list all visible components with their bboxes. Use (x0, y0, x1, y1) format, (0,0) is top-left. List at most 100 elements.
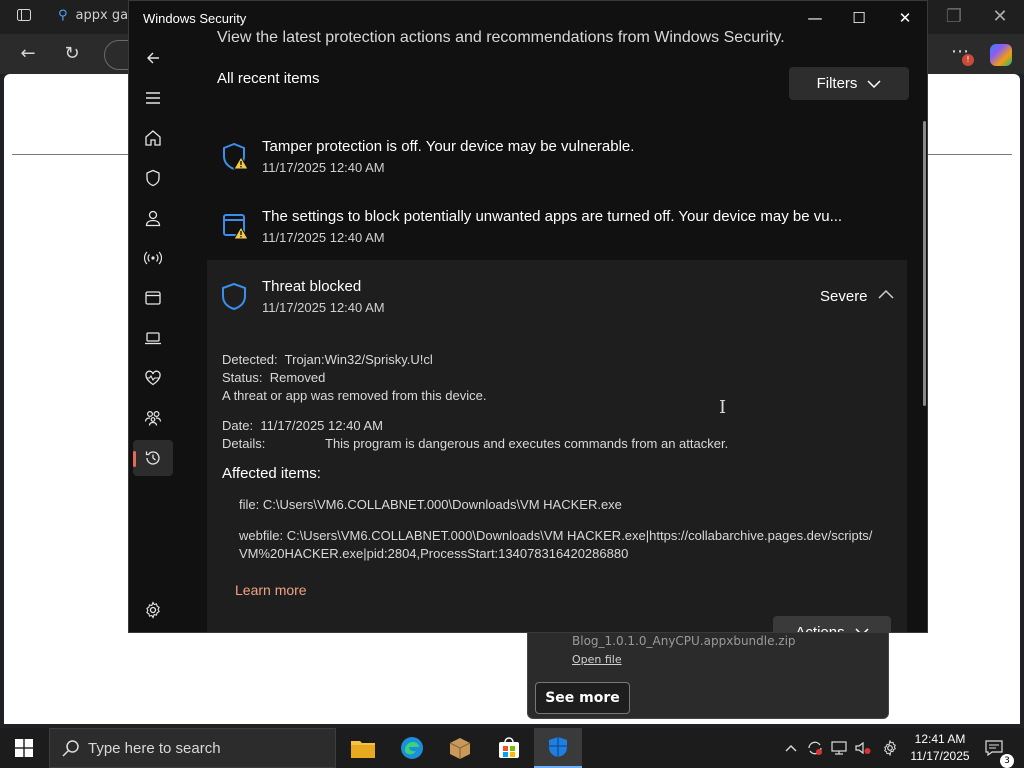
history-item-title: The settings to block potentially unwant… (262, 208, 843, 225)
nav-device-security[interactable] (133, 320, 173, 356)
history-item-title: Tamper protection is off. Your device ma… (262, 138, 635, 155)
nav-app-browser-control[interactable] (133, 280, 173, 316)
restore-icon[interactable]: ❐ (942, 7, 966, 27)
filters-button[interactable]: Filters (789, 67, 909, 100)
app-window-warning-icon (221, 212, 251, 247)
maximize-icon[interactable]: ☐ (843, 7, 875, 29)
person-icon (145, 210, 161, 227)
laptop-icon (145, 332, 161, 345)
section-title: All recent items (217, 70, 320, 87)
shield-warning-icon (221, 142, 251, 177)
threat-blocked-panel[interactable]: Threat blocked 11/17/2025 12:40 AM Sever… (207, 260, 907, 633)
details-label: Details: (222, 436, 266, 451)
see-more-button[interactable]: See more (535, 682, 630, 714)
menu-button[interactable] (133, 80, 173, 116)
copilot-icon[interactable] (990, 44, 1012, 66)
affected-items-title: Affected items: (222, 465, 321, 482)
notification-badge-icon: ! (962, 54, 974, 66)
history-item-date: 11/17/2025 12:40 AM (262, 160, 385, 175)
antenna-icon (144, 251, 162, 265)
status-value: Removed (269, 370, 326, 385)
nav-virus-threat-protection[interactable] (133, 160, 173, 196)
window-content: View the latest protection actions and r… (129, 29, 927, 633)
browser-tab-label: appx ga (75, 8, 129, 23)
home-icon (145, 130, 161, 146)
open-file-link[interactable]: Open file (572, 653, 622, 666)
nav-home[interactable] (133, 120, 173, 156)
store-icon[interactable] (485, 728, 533, 768)
severity-label: Severe (820, 288, 868, 305)
package-icon[interactable] (436, 728, 484, 768)
side-nav (129, 35, 177, 632)
date-value: 11/17/2025 12:40 AM (260, 418, 383, 433)
chevron-down-icon (855, 628, 869, 632)
details-row: Details: This program is dangerous and ex… (222, 436, 728, 451)
threat-date: 11/17/2025 12:40 AM (262, 300, 385, 315)
close-icon[interactable]: ✕ (889, 7, 921, 29)
history-item-date: 11/17/2025 12:40 AM (262, 230, 385, 245)
nav-family-options[interactable] (133, 400, 173, 436)
tab-actions-icon[interactable] (12, 7, 36, 28)
status-note: A threat or app was removed from this de… (222, 388, 487, 403)
hamburger-icon (146, 92, 160, 104)
back-icon[interactable]: ← (16, 44, 40, 64)
nav-account-protection[interactable] (133, 200, 173, 236)
windows-security-window: Windows Security — ☐ ✕ View the latest p… (128, 0, 928, 633)
minimize-icon[interactable]: — (799, 7, 831, 29)
text-cursor-icon: I (719, 397, 727, 418)
notification-count: 3 (1000, 754, 1014, 768)
window-title: Windows Security (143, 11, 247, 26)
clock-time: 12:41 AM (914, 732, 966, 746)
selected-indicator (133, 451, 136, 467)
chevron-up-icon[interactable] (878, 286, 894, 304)
clock[interactable]: 12:41 AM 11/17/2025 (908, 731, 972, 765)
learn-more-link[interactable]: Learn more (235, 582, 307, 598)
refresh-icon[interactable]: ↻ (60, 44, 84, 64)
file-explorer-icon[interactable] (339, 728, 387, 768)
browser-tab[interactable]: ⚲ appx ga (58, 8, 128, 23)
download-file-name: Blog_1.0.1.0_AnyCPU.appxbundle.zip (572, 634, 796, 648)
scrollbar[interactable] (923, 121, 926, 406)
nav-firewall-network[interactable] (133, 240, 173, 276)
sync-icon[interactable] (804, 728, 826, 768)
history-item[interactable]: Tamper protection is off. Your device ma… (217, 138, 877, 184)
status-label: Status: (222, 370, 263, 385)
browser-close-icon[interactable]: ✕ (988, 7, 1012, 27)
threat-title: Threat blocked (262, 278, 362, 295)
affected-item: webfile: C:\Users\VM6.COLLABNET.000\Down… (239, 528, 873, 561)
actions-label: Actions (795, 623, 845, 633)
back-button[interactable] (133, 40, 173, 76)
actions-button[interactable]: Actions (773, 616, 891, 633)
history-icon (145, 451, 160, 465)
details-value: This program is dangerous and executes c… (325, 436, 729, 451)
filters-label: Filters (816, 75, 858, 92)
gear-icon (146, 601, 160, 619)
chevron-down-icon (867, 79, 881, 88)
nav-device-performance-health[interactable] (133, 360, 173, 396)
start-button[interactable] (6, 733, 42, 763)
edge-icon[interactable] (388, 728, 436, 768)
windows-security-icon[interactable] (534, 728, 582, 768)
shield-icon (221, 282, 247, 315)
volume-muted-icon[interactable] (852, 728, 874, 768)
network-icon[interactable] (828, 728, 850, 768)
taskbar: Type here to search 12:41 AM 11/17/2025 (0, 728, 1024, 768)
downloads-flyout: Blog_1.0.1.0_AnyCPU.appxbundle.zip Open … (527, 632, 889, 719)
search-icon (62, 740, 79, 757)
taskbar-search[interactable]: Type here to search (49, 728, 336, 768)
heart-pulse-icon (145, 370, 161, 386)
clock-date: 11/17/2025 (910, 749, 970, 763)
chevron-up-icon[interactable] (780, 728, 802, 768)
nav-settings[interactable] (133, 592, 173, 628)
date-label: Date: (222, 418, 254, 433)
search-icon: ⚲ (58, 8, 68, 23)
detected-value: Trojan:Win32/Sprisky.U!cl (284, 352, 433, 367)
family-icon (144, 410, 162, 426)
arrow-left-icon (147, 52, 159, 64)
nav-protection-history[interactable] (133, 440, 173, 476)
search-placeholder: Type here to search (88, 740, 221, 757)
gear-icon[interactable] (878, 728, 902, 768)
detected-label: Detected: (222, 352, 278, 367)
history-item[interactable]: The settings to block potentially unwant… (217, 208, 877, 254)
page-description: View the latest protection actions and r… (217, 29, 785, 46)
